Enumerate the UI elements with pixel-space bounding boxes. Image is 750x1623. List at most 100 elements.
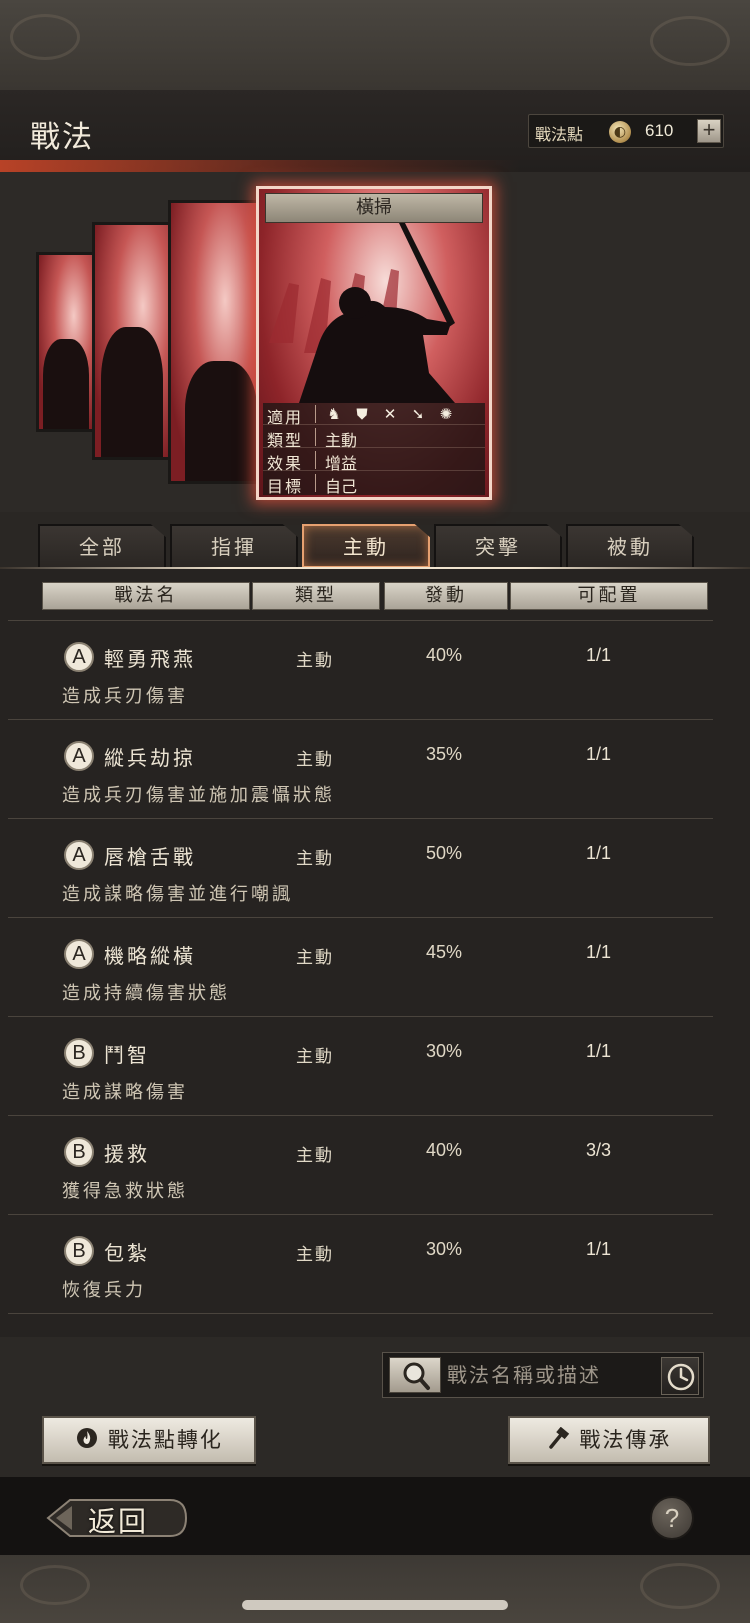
skill-slots: 3/3 (586, 1140, 612, 1160)
info-value: 自己 (325, 477, 358, 496)
skill-type: 主動 (296, 849, 334, 869)
skill-name: 包紮 (104, 1241, 150, 1265)
grade-badge: A (64, 939, 94, 969)
skill-description: 造成謀略傷害並進行嘲諷 (62, 884, 293, 905)
info-value: 主動 (325, 431, 358, 450)
wheel-icon: ✺ (439, 405, 453, 423)
list-item[interactable]: A 輕勇飛燕 主動 40% 1/1 造成兵刃傷害 (0, 624, 750, 720)
skill-description: 造成持續傷害狀態 (62, 983, 230, 1004)
skill-rate: 40% (426, 645, 463, 665)
skill-rate: 50% (426, 843, 463, 863)
top-decor (0, 0, 750, 90)
help-button[interactable]: ? (650, 1496, 694, 1540)
header-glow (0, 160, 520, 172)
info-row-effect: 效果 增益 (263, 449, 485, 473)
cavalry-icon: ♞ (327, 405, 341, 423)
inherit-tactic-button[interactable]: 戰法傳承 (508, 1416, 710, 1464)
divider (8, 1016, 713, 1017)
spear-icon: ➘ (411, 405, 425, 423)
divider (8, 719, 713, 720)
skill-rate: 30% (426, 1041, 463, 1061)
bow-icon: ✕ (383, 405, 397, 423)
flame-icon (75, 1420, 99, 1464)
card-name: 橫掃 (265, 193, 483, 223)
list-item[interactable]: B 鬥智 主動 30% 1/1 造成謀略傷害 (0, 1020, 750, 1116)
skill-name: 縱兵劫掠 (104, 746, 196, 770)
silhouette (185, 361, 257, 481)
history-button[interactable] (661, 1357, 699, 1395)
divider (315, 451, 316, 469)
skill-slots: 1/1 (586, 645, 612, 665)
search-input[interactable] (447, 1357, 657, 1393)
tactic-card-back[interactable] (168, 200, 264, 484)
info-value: 增益 (325, 454, 358, 473)
list-item[interactable]: A 機略縱橫 主動 45% 1/1 造成持續傷害狀態 (0, 921, 750, 1017)
info-label: 適用 (267, 408, 304, 427)
list-item[interactable]: B 包紮 主動 30% 1/1 恢復兵力 (0, 1218, 750, 1314)
search-icon (403, 1362, 430, 1390)
skill-name: 輕勇飛燕 (104, 647, 196, 671)
bottom-decor (0, 1555, 750, 1623)
home-indicator[interactable] (242, 1600, 508, 1610)
search-button[interactable] (389, 1357, 441, 1393)
skill-description: 造成兵刃傷害並施加震懾狀態 (62, 785, 335, 806)
divider (8, 1313, 713, 1314)
tab-all[interactable]: 全部 (38, 524, 166, 568)
inherit-tactic-label: 戰法傳承 (579, 1428, 672, 1452)
back-button[interactable]: 返回 (46, 1494, 190, 1542)
info-row-type: 類型 主動 (263, 426, 485, 450)
skill-slots: 1/1 (586, 843, 612, 863)
skill-description: 獲得急救狀態 (62, 1181, 188, 1202)
search-bar (382, 1352, 704, 1398)
info-row-apply: 適用 ♞ ⛊ ✕ ➘ ✺ (263, 403, 485, 427)
hammer-icon (547, 1420, 571, 1464)
tab-command[interactable]: 指揮 (170, 524, 298, 568)
featured-tactic-card[interactable]: 橫掃 適用 ♞ ⛊ ✕ ➘ ✺ 類型 主動 效果 增益 目標 自己 (256, 186, 492, 500)
column-header-type[interactable]: 類型 (252, 582, 380, 610)
skill-slots: 1/1 (586, 942, 612, 962)
tactic-card-back[interactable] (92, 222, 178, 460)
tactic-card-back[interactable] (36, 252, 100, 432)
cloud-ornament (20, 1565, 90, 1605)
page-title: 戰法 (30, 120, 94, 155)
cloud-ornament (10, 14, 80, 60)
divider (8, 818, 713, 819)
divider (8, 1214, 713, 1215)
tab-passive[interactable]: 被動 (566, 524, 694, 568)
back-label: 返回 (88, 1505, 149, 1538)
column-header-slots[interactable]: 可配置 (510, 582, 708, 610)
grade-badge: A (64, 840, 94, 870)
list-item[interactable]: B 援救 主動 40% 3/3 獲得急救狀態 (0, 1119, 750, 1215)
skill-slots: 1/1 (586, 1239, 612, 1259)
divider (8, 1115, 713, 1116)
convert-points-button[interactable]: 戰法點轉化 (42, 1416, 256, 1464)
skill-rate: 35% (426, 744, 463, 764)
info-label: 效果 (267, 454, 304, 473)
skill-description: 造成兵刃傷害 (62, 686, 188, 707)
divider (8, 620, 713, 621)
skill-name: 唇槍舌戰 (104, 845, 196, 869)
list-item[interactable]: A 縱兵劫掠 主動 35% 1/1 造成兵刃傷害並施加震懾狀態 (0, 723, 750, 819)
silhouette (43, 339, 89, 429)
skill-description: 恢復兵力 (62, 1280, 146, 1301)
clock-icon (667, 1363, 695, 1391)
column-header-trigger[interactable]: 發動 (384, 582, 508, 610)
grade-badge: A (64, 642, 94, 672)
column-header-name[interactable]: 戰法名 (42, 582, 250, 610)
divider (315, 428, 316, 446)
tab-assault[interactable]: 突擊 (434, 524, 562, 568)
cloud-ornament (650, 16, 730, 66)
skill-type: 主動 (296, 948, 334, 968)
add-points-button[interactable]: + (697, 119, 721, 143)
skill-name: 機略縱橫 (104, 944, 196, 968)
card-info-panel: 適用 ♞ ⛊ ✕ ➘ ✺ 類型 主動 效果 增益 目標 自己 (263, 403, 485, 496)
list-item[interactable]: A 唇槍舌戰 主動 50% 1/1 造成謀略傷害並進行嘲諷 (0, 822, 750, 918)
skill-rate: 30% (426, 1239, 463, 1259)
coin-icon: ◐ (609, 121, 631, 143)
skill-name: 鬥智 (104, 1043, 150, 1067)
tactic-points-box: 戰法點 ◐ 610 + (528, 114, 724, 148)
convert-points-label: 戰法點轉化 (107, 1428, 223, 1452)
skill-type: 主動 (296, 750, 334, 770)
grade-badge: A (64, 741, 94, 771)
tab-active[interactable]: 主動 (302, 524, 430, 568)
